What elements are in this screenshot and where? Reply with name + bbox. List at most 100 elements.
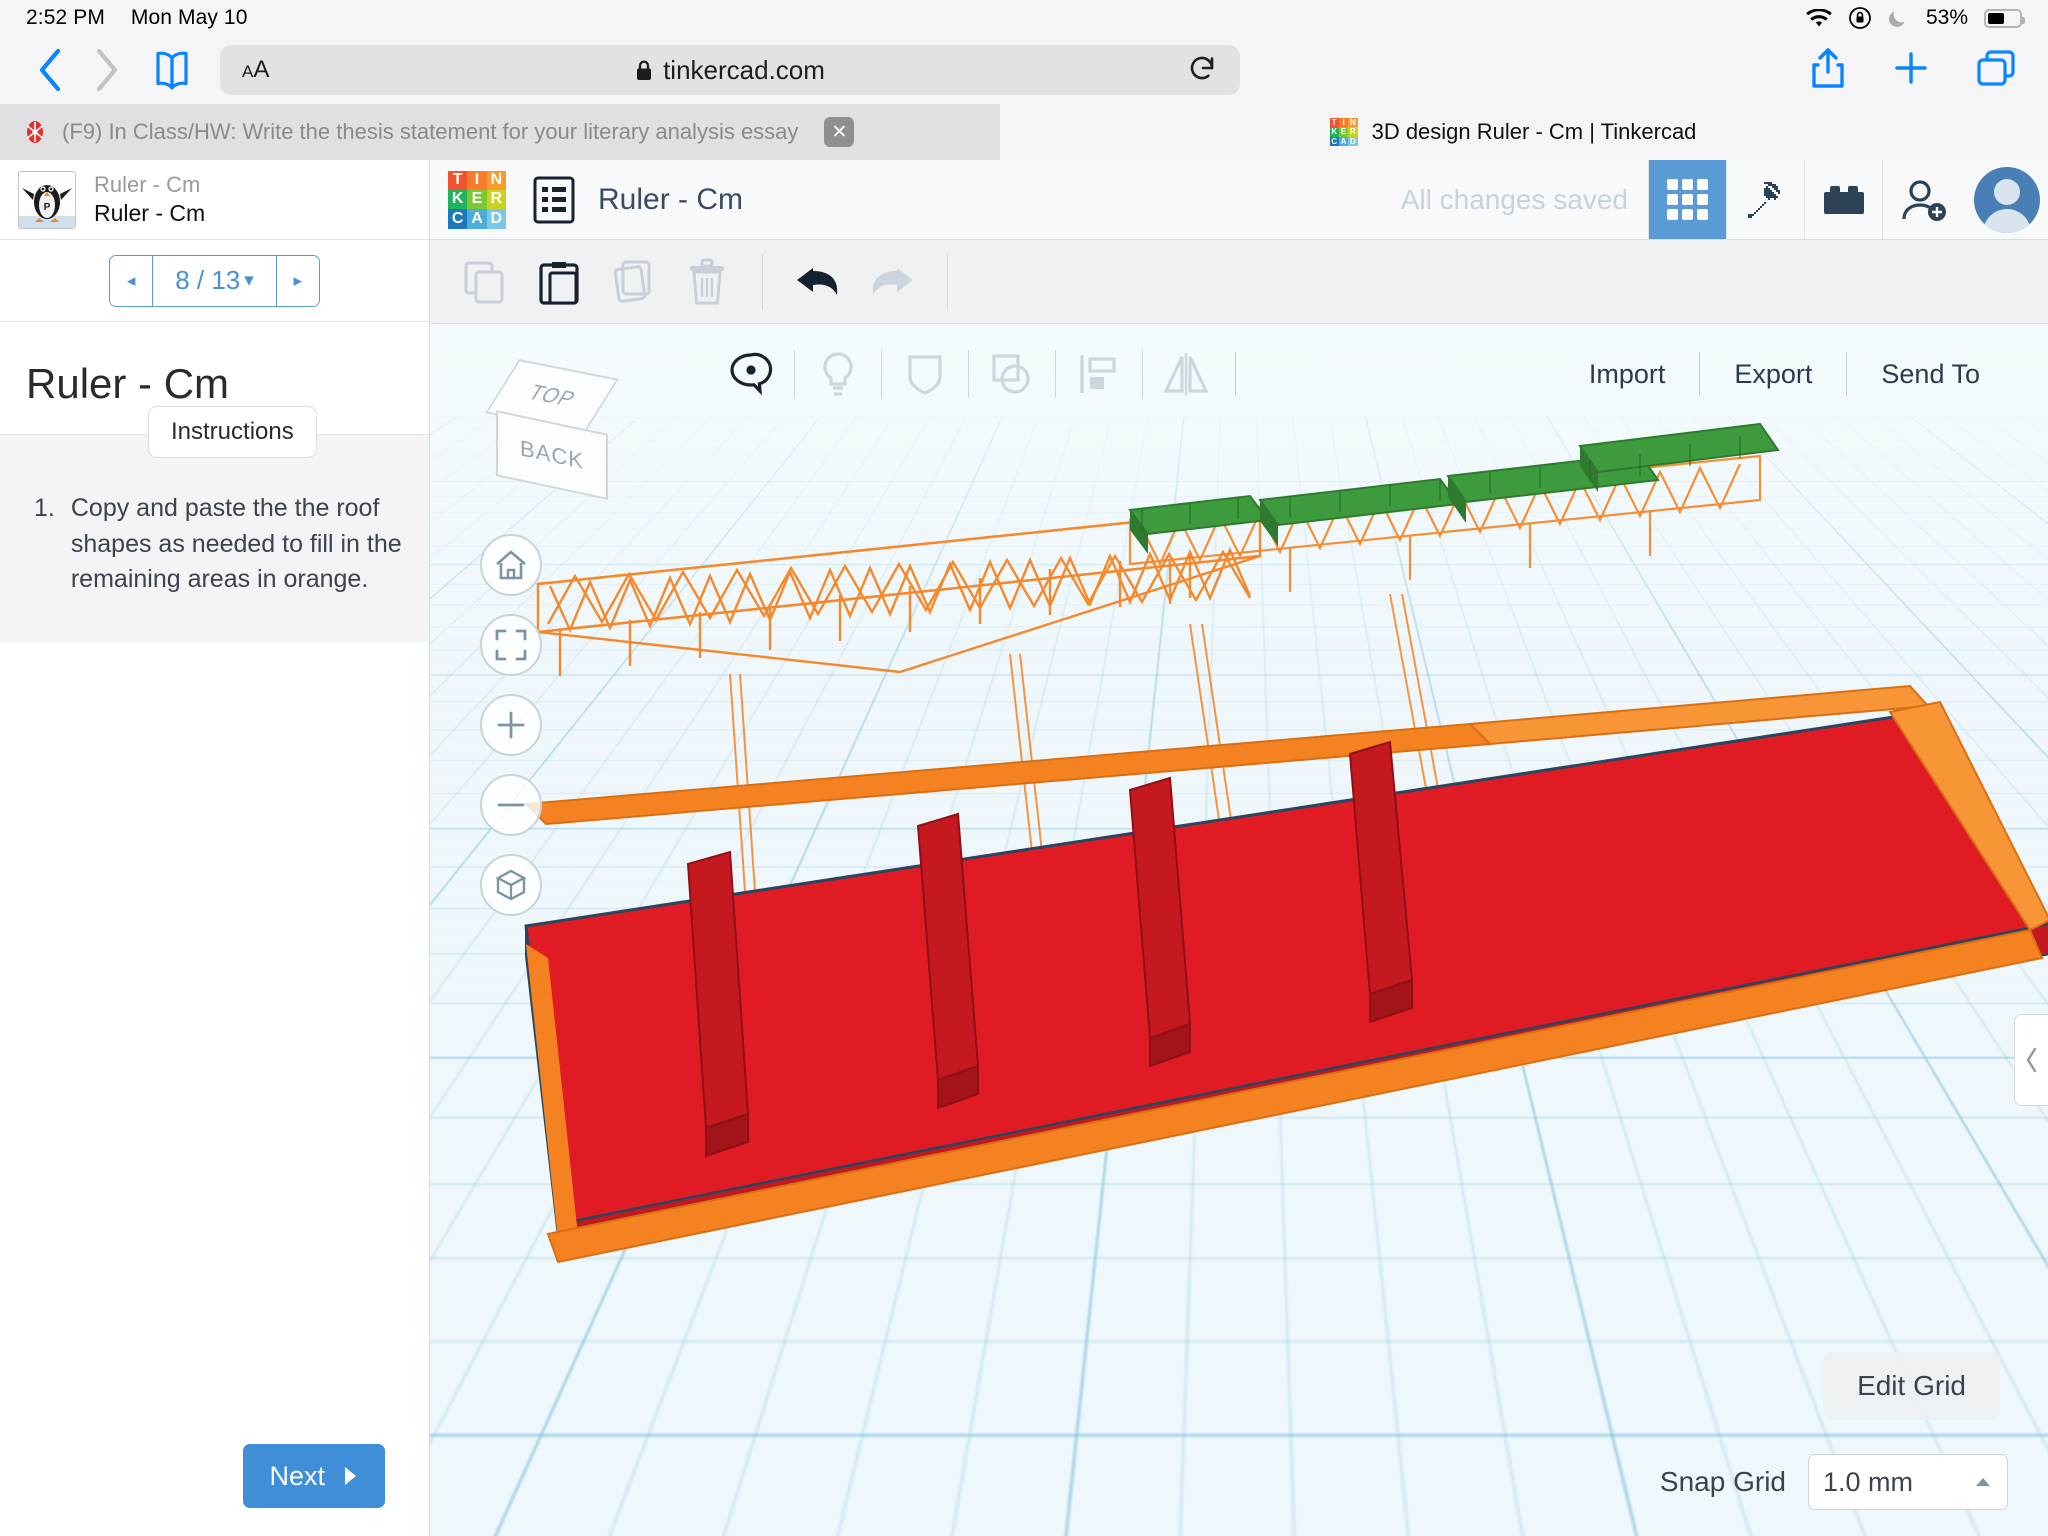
paste-button[interactable] bbox=[522, 240, 596, 324]
address-bar[interactable]: AA tinkercad.com bbox=[220, 45, 1240, 95]
tinkercad-icon: TIN KER CAD bbox=[1329, 118, 1358, 146]
viewport-divider bbox=[968, 350, 969, 398]
chevron-down-icon: ▾ bbox=[244, 270, 254, 291]
pickaxe-icon bbox=[1747, 181, 1780, 218]
pager-value: 8 / 13 bbox=[175, 265, 241, 295]
instructions-tab-row: Instructions bbox=[0, 406, 429, 458]
user-avatar[interactable] bbox=[1974, 166, 2040, 233]
lesson-sidebar: P Ruler - Cm Ruler - Cm ◂ 8 / 13 ▾ ▸ Rul… bbox=[0, 160, 430, 1536]
app-shell: P Ruler - Cm Ruler - Cm ◂ 8 / 13 ▾ ▸ Rul… bbox=[0, 160, 2048, 1536]
aa-small-label: A bbox=[242, 62, 254, 81]
send-to-button[interactable]: Send To bbox=[1847, 359, 2014, 390]
fit-all-button[interactable] bbox=[480, 614, 542, 676]
bookmarks-button[interactable] bbox=[134, 49, 210, 91]
list-panel-icon[interactable] bbox=[532, 175, 576, 225]
duplicate-button[interactable] bbox=[596, 240, 670, 324]
lego-button[interactable] bbox=[1804, 160, 1882, 239]
stepper-caret-icon bbox=[1973, 1476, 1993, 1488]
mirror-tool[interactable] bbox=[1149, 344, 1223, 404]
document-name[interactable]: Ruler - Cm bbox=[598, 183, 743, 217]
status-date: Mon May 10 bbox=[130, 6, 248, 29]
close-icon[interactable]: ✕ bbox=[824, 117, 855, 147]
shield-tool[interactable] bbox=[888, 344, 962, 404]
editor-toolbar bbox=[430, 240, 2048, 324]
next-button[interactable]: Next bbox=[243, 1444, 385, 1508]
reload-button[interactable] bbox=[1186, 52, 1218, 89]
snap-grid-select[interactable]: 1.0 mm bbox=[1808, 1454, 2008, 1510]
grid-9-icon bbox=[1666, 178, 1709, 221]
viewport-divider bbox=[1055, 350, 1056, 398]
cube-icon bbox=[495, 869, 527, 901]
viewport-links: Import Export Send To bbox=[1555, 352, 2014, 396]
ortho-perspective-button[interactable] bbox=[480, 854, 542, 916]
design-viewport[interactable]: Import Export Send To TOP BACK Edit Grid… bbox=[430, 324, 2048, 1536]
zoom-out-button[interactable] bbox=[480, 774, 542, 836]
pager-next-button[interactable]: ▸ bbox=[276, 255, 319, 306]
step-pager[interactable]: ◂ 8 / 13 ▾ ▸ bbox=[109, 254, 320, 307]
browser-tab-active[interactable]: TIN KER CAD 3D design Ruler - Cm | Tinke… bbox=[1000, 104, 2048, 160]
next-label: Next bbox=[269, 1460, 325, 1491]
view-cube[interactable]: TOP BACK bbox=[485, 359, 658, 506]
blocks-grid-button[interactable] bbox=[1648, 160, 1726, 239]
comment-tool[interactable] bbox=[714, 344, 788, 404]
plus-icon bbox=[497, 711, 525, 739]
red-starburst-icon bbox=[22, 119, 48, 145]
toolbar-divider-2 bbox=[947, 253, 948, 310]
tab-strip: (F9) In Class/HW: Write the thesis state… bbox=[0, 104, 2048, 160]
invite-button[interactable] bbox=[1882, 160, 1960, 239]
snap-grid-label: Snap Grid bbox=[1659, 1466, 1786, 1497]
sidebar-footer: Next bbox=[0, 1416, 429, 1536]
class-name: Ruler - Cm bbox=[94, 172, 201, 197]
edit-grid-button[interactable]: Edit Grid bbox=[1823, 1352, 2000, 1420]
tinkercad-editor: TIN KER CAD Ruler - Cm All changes saved bbox=[430, 160, 2048, 1536]
export-button[interactable]: Export bbox=[1700, 359, 1846, 390]
viewport-fade bbox=[430, 324, 2048, 1536]
tab-title: (F9) In Class/HW: Write the thesis state… bbox=[62, 119, 799, 144]
viewport-divider bbox=[1142, 350, 1143, 398]
redo-button[interactable] bbox=[855, 240, 929, 324]
view-controls bbox=[480, 534, 542, 916]
copy-button[interactable] bbox=[448, 240, 522, 324]
sidebar-header: P Ruler - Cm Ruler - Cm bbox=[0, 160, 429, 240]
view-cube-front[interactable]: BACK bbox=[496, 410, 608, 500]
snap-grid-value: 1.0 mm bbox=[1823, 1466, 1914, 1497]
aa-large-label: A bbox=[253, 56, 270, 83]
zoom-in-button[interactable] bbox=[480, 694, 542, 756]
import-button[interactable]: Import bbox=[1555, 359, 1700, 390]
battery-percent: 53% bbox=[1925, 6, 1968, 29]
chevron-left-icon bbox=[2026, 1047, 2036, 1073]
minecraft-button[interactable] bbox=[1726, 160, 1804, 239]
viewport-toolbar: Import Export Send To bbox=[430, 342, 2048, 406]
pager-prev-button[interactable]: ◂ bbox=[110, 255, 153, 306]
toolbar-divider bbox=[762, 253, 763, 310]
browser-tab-inactive[interactable]: (F9) In Class/HW: Write the thesis state… bbox=[0, 104, 1000, 160]
text-size-button[interactable]: AA bbox=[242, 56, 269, 84]
undo-button[interactable] bbox=[781, 240, 855, 324]
viewport-divider bbox=[1235, 352, 1236, 396]
minus-icon bbox=[497, 803, 525, 807]
penguin-avatar: P bbox=[18, 170, 76, 229]
lesson-name: Ruler - Cm bbox=[94, 200, 206, 226]
safari-toolbar: AA tinkercad.com bbox=[0, 36, 2048, 104]
svg-text:P: P bbox=[44, 202, 51, 213]
new-tab-button[interactable] bbox=[1892, 49, 1930, 92]
viewport-divider bbox=[881, 350, 882, 398]
light-tool[interactable] bbox=[801, 344, 875, 404]
pager-current[interactable]: 8 / 13 ▾ bbox=[152, 255, 277, 306]
align-tool[interactable] bbox=[1062, 344, 1136, 404]
panel-expand-handle[interactable] bbox=[2014, 1014, 2048, 1106]
tab-instructions[interactable]: Instructions bbox=[148, 406, 317, 458]
forward-button[interactable] bbox=[78, 47, 134, 93]
shape-tool[interactable] bbox=[975, 344, 1049, 404]
step-text: Copy and paste the the roof shapes as ne… bbox=[70, 494, 402, 593]
step-number: 1. bbox=[34, 494, 55, 522]
tab-overview-button[interactable] bbox=[1976, 49, 2016, 92]
delete-button[interactable] bbox=[670, 240, 744, 324]
home-view-button[interactable] bbox=[480, 534, 542, 596]
viewport-divider bbox=[794, 350, 795, 398]
tinkercad-logo[interactable]: TIN KER CAD bbox=[448, 170, 506, 229]
share-button[interactable] bbox=[1810, 47, 1846, 94]
fit-frame-icon bbox=[495, 629, 527, 661]
back-button[interactable] bbox=[22, 47, 78, 93]
editor-header: TIN KER CAD Ruler - Cm All changes saved bbox=[430, 160, 2048, 240]
